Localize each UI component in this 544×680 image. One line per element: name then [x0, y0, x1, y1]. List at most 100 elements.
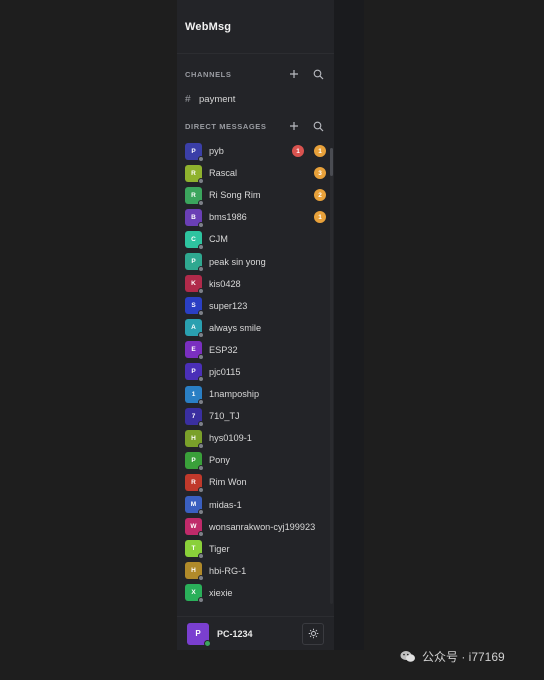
dm-name: Ri Song Rim: [209, 190, 261, 201]
status-dot: [198, 464, 204, 471]
dm-item[interactable]: Aalways smile: [177, 317, 334, 339]
dm-item[interactable]: Hhys0109-1: [177, 427, 334, 449]
mention-badge: 1: [292, 145, 304, 158]
dm-name: kis0428: [209, 278, 241, 289]
current-user-panel: P PC-1234: [177, 616, 334, 650]
avatar: 1: [185, 385, 204, 405]
search-channels-button[interactable]: [310, 66, 326, 82]
online-status-dot: [204, 639, 211, 647]
badge-group: 3: [304, 167, 326, 180]
plus-icon: [290, 70, 298, 78]
dm-name: Rim Won: [209, 477, 247, 488]
badge-group: 1: [304, 211, 326, 224]
channel-item-payment[interactable]: # payment: [177, 90, 334, 108]
watermark: 公众号 · i77169: [400, 648, 505, 665]
status-dot: [198, 155, 204, 162]
dm-name: pjc0115: [209, 366, 241, 377]
avatar-initial: X: [191, 589, 196, 597]
avatar: R: [185, 473, 204, 493]
avatar-initial: 7: [191, 412, 196, 420]
dm-name: wonsanrakwon-cyj199923: [209, 521, 316, 532]
status-dot: [198, 509, 204, 516]
unread-badge: 1: [314, 145, 326, 158]
avatar-initial: T: [191, 545, 196, 553]
avatar: P: [185, 142, 204, 162]
dm-name: always smile: [209, 322, 262, 333]
dm-item[interactable]: R Ri Song Rim 2: [177, 184, 334, 206]
dm-name: 710_TJ: [209, 411, 240, 422]
dm-item[interactable]: Bbms1986 1: [177, 206, 334, 228]
avatar: M: [185, 496, 204, 516]
avatar-initial: R: [191, 191, 196, 199]
dm-name: xiexie: [209, 587, 233, 598]
unread-badge: 1: [314, 211, 326, 224]
status-dot: [198, 243, 204, 250]
dm-item[interactable]: Ssuper123: [177, 295, 334, 317]
dm-name: super123: [209, 300, 248, 311]
status-dot: [198, 597, 204, 604]
dm-name: Tiger: [209, 543, 230, 554]
channel-name: payment: [199, 93, 236, 105]
dm-name: CJM: [209, 234, 228, 245]
dm-name: 1nampoship: [209, 389, 260, 400]
watermark-text: 公众号 · i77169: [422, 650, 505, 664]
avatar-initial: P: [191, 258, 196, 266]
avatar: P: [185, 451, 204, 471]
dm-item[interactable]: Wwonsanrakwon-cyj199923: [177, 516, 334, 538]
avatar-initial: R: [191, 478, 196, 486]
wechat-icon: [400, 651, 415, 662]
status-dot: [198, 486, 204, 493]
avatar-initial: B: [191, 213, 196, 221]
sidebar: WebMsg CHANNELS # payment DIRECT MESSAGE…: [177, 0, 334, 650]
avatar: X: [185, 584, 204, 604]
avatar-initial: H: [191, 434, 196, 442]
search-dm-button[interactable]: [310, 118, 326, 134]
status-dot: [198, 553, 204, 560]
avatar: P: [185, 253, 204, 273]
add-dm-button[interactable]: [286, 118, 302, 134]
status-dot: [198, 398, 204, 405]
avatar: H: [185, 429, 204, 449]
avatar-initial: W: [190, 523, 197, 531]
dm-section-header: DIRECT MESSAGES: [177, 116, 334, 136]
avatar-initial: E: [191, 346, 196, 354]
dm-item[interactable]: Ppjc0115: [177, 361, 334, 383]
dm-item[interactable]: E ESP32: [177, 339, 334, 361]
avatar-initial: A: [191, 324, 196, 332]
avatar: S: [185, 297, 204, 317]
dm-name: hbi-RG-1: [209, 565, 247, 576]
plus-icon: [290, 122, 298, 130]
dm-name: midas-1: [209, 499, 242, 510]
dm-item[interactable]: Hhbi-RG-1: [177, 560, 334, 582]
avatar: B: [185, 208, 204, 228]
theme-toggle-button[interactable]: [302, 622, 324, 645]
dm-item[interactable]: C CJM: [177, 228, 334, 250]
dm-item[interactable]: Xxiexie: [177, 582, 334, 604]
avatar-initial: R: [191, 169, 196, 177]
dm-item[interactable]: T Tiger: [177, 538, 334, 560]
app-title: WebMsg: [185, 20, 232, 33]
avatar-initial: P: [191, 147, 196, 155]
avatar: R: [185, 164, 204, 184]
dm-item[interactable]: Ppyb 1 1: [177, 140, 334, 162]
avatar: E: [185, 341, 204, 361]
dm-item[interactable]: P Pony: [177, 449, 334, 471]
add-channel-button[interactable]: [286, 66, 302, 82]
avatar-initial: C: [191, 235, 196, 243]
dm-name: Pony: [209, 455, 230, 466]
dm-name: pyb: [209, 146, 224, 157]
dm-item[interactable]: Ppeak sin yong: [177, 250, 334, 273]
avatar-initial: P: [191, 368, 196, 376]
dm-item[interactable]: Kkis0428: [177, 273, 334, 295]
dm-item[interactable]: 1 1nampoship: [177, 383, 334, 405]
dm-item[interactable]: 7 710_TJ: [177, 405, 334, 427]
dm-item[interactable]: R Rim Won: [177, 471, 334, 493]
dm-item[interactable]: Mmidas-1: [177, 494, 334, 516]
current-user-name: PC-1234: [217, 628, 253, 639]
user-avatar[interactable]: P: [187, 622, 211, 647]
unread-badge: 2: [314, 189, 326, 202]
avatar: W: [185, 518, 204, 538]
avatar-initial: H: [191, 567, 196, 575]
dm-item[interactable]: R Rascal 3: [177, 162, 334, 184]
status-dot: [198, 420, 204, 427]
